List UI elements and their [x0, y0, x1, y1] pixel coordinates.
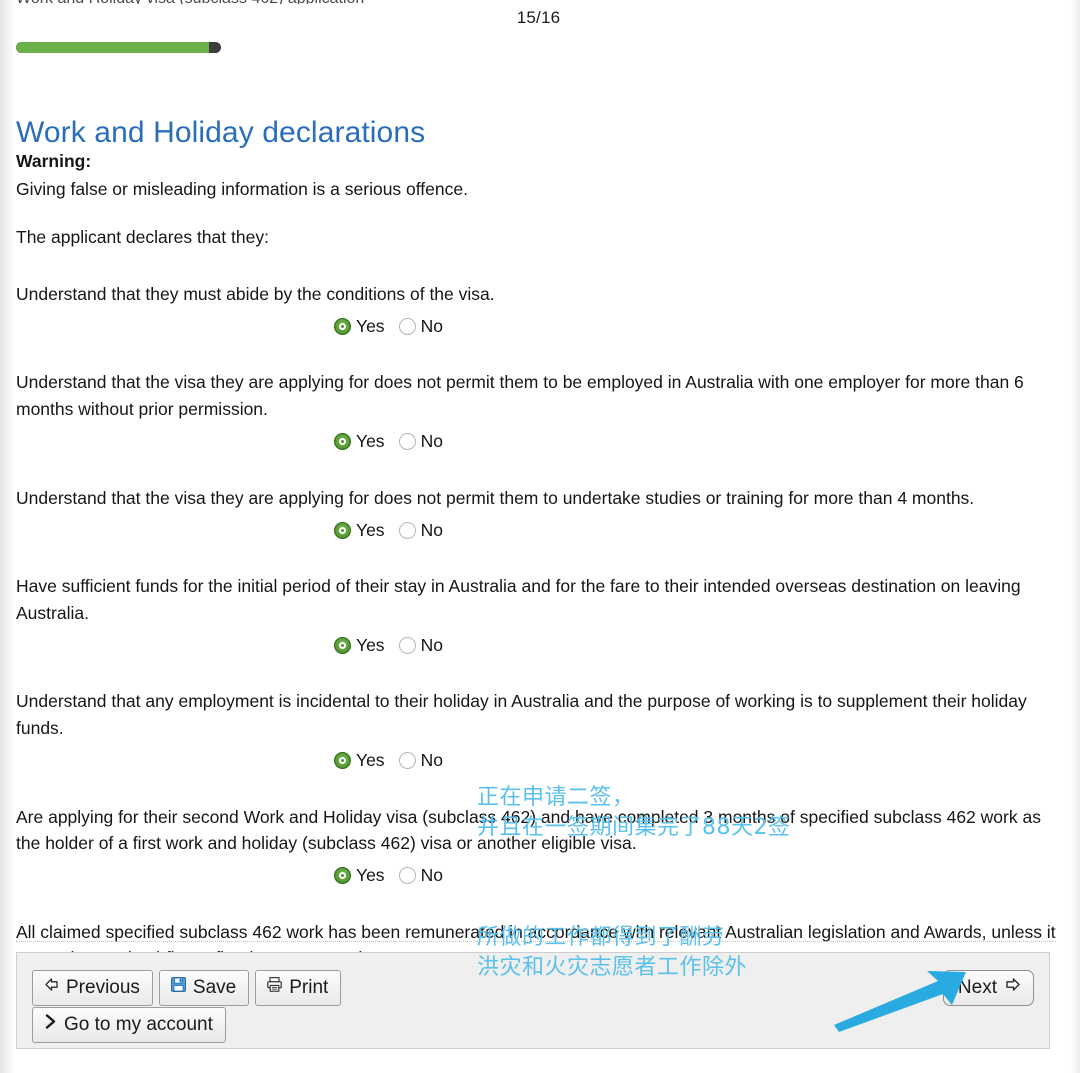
page-counter: 15/16 [516, 8, 561, 27]
print-button[interactable]: Print [255, 970, 342, 1006]
save-button[interactable]: Save [158, 970, 250, 1006]
radio-no-label[interactable]: No [421, 517, 443, 544]
radio-yes-label[interactable]: Yes [356, 313, 385, 340]
page-left-shadow [0, 0, 14, 1073]
progress-bar [16, 42, 221, 53]
radio-yes[interactable] [334, 752, 351, 770]
truncated-header-text: Work and Holiday visa (subclass 462) app… [16, 0, 716, 4]
declares-intro-text: The applicant declares that they: [16, 227, 269, 248]
radio-yes-label[interactable]: Yes [356, 517, 385, 544]
footer-button-row-next: Next [942, 970, 1034, 1006]
declaration-text: Have sufficient funds for the initial pe… [16, 576, 1021, 623]
declaration-radio-group: Yes No [16, 517, 1062, 543]
declaration-list: Understand that they must abide by the c… [16, 281, 1062, 1004]
declaration-radio-group: Yes No [16, 748, 1062, 774]
declaration-item: Have sufficient funds for the initial pe… [16, 573, 1062, 658]
radio-yes-label[interactable]: Yes [356, 632, 385, 659]
radio-no-label[interactable]: No [421, 428, 443, 455]
print-button-label: Print [289, 976, 329, 998]
page-right-shadow [1070, 0, 1080, 1073]
declaration-radio-group: Yes No [16, 863, 1062, 889]
progress-bar-fill [16, 42, 209, 53]
arrow-left-icon [43, 976, 60, 999]
next-button[interactable]: Next [942, 970, 1034, 1006]
declaration-text: Understand that the visa they are applyi… [16, 372, 1024, 419]
annotation-second-visa-line1: 正在申请二签， [477, 785, 635, 810]
radio-no-label[interactable]: No [421, 313, 443, 340]
declaration-text: Understand that they must abide by the c… [16, 283, 495, 304]
page-title: Work and Holiday declarations [16, 116, 426, 150]
declaration-text: Understand that the visa they are applyi… [16, 487, 975, 508]
annotation-remuneration-line2: 洪灾和火灾志愿者工作除外 [477, 955, 748, 981]
declaration-item: Understand that they must abide by the c… [16, 281, 1062, 340]
warning-text: Giving false or misleading information i… [16, 178, 468, 199]
next-button-label: Next [957, 976, 997, 998]
footer-button-row-primary: Previous Save Print [32, 970, 342, 1006]
declaration-text: Understand that any employment is incide… [16, 691, 1027, 738]
printer-icon [266, 976, 283, 999]
footer-button-row-secondary: Go to my account [32, 1007, 226, 1043]
radio-no-label[interactable]: No [421, 747, 443, 774]
declaration-item: Understand that the visa they are applyi… [16, 485, 1062, 544]
floppy-disk-icon [170, 976, 187, 999]
arrow-right-icon [1003, 976, 1022, 999]
radio-yes-label[interactable]: Yes [356, 428, 385, 455]
radio-yes[interactable] [334, 521, 351, 539]
annotation-second-visa: 正在申请二签， 并且在一签期间集完了88天2签 [477, 783, 791, 844]
annotation-remuneration: 所做的工作都得到了酬劳 洪灾和火灾志愿者工作除外 [477, 923, 747, 984]
declaration-item: Understand that any employment is incide… [16, 688, 1062, 773]
save-button-label: Save [192, 976, 237, 998]
radio-no[interactable] [398, 752, 416, 770]
radio-no[interactable] [398, 636, 416, 654]
radio-no[interactable] [398, 433, 416, 451]
annotation-second-visa-line2: 并且在一签期间集完了88天2签 [477, 815, 791, 841]
radio-yes-label[interactable]: Yes [356, 747, 385, 774]
radio-no-label[interactable]: No [421, 862, 443, 889]
radio-no[interactable] [398, 317, 416, 335]
annotation-remuneration-line1: 所做的工作都得到了酬劳 [477, 925, 725, 950]
radio-no-label[interactable]: No [421, 632, 443, 659]
radio-yes[interactable] [334, 867, 351, 885]
warning-label: Warning: [16, 151, 92, 171]
radio-yes[interactable] [334, 433, 351, 451]
radio-no[interactable] [398, 521, 416, 539]
page-root: Work and Holiday visa (subclass 462) app… [0, 0, 1080, 1073]
radio-yes-label[interactable]: Yes [356, 862, 385, 889]
declaration-radio-group: Yes No [16, 632, 1062, 658]
declarations-content: Warning: Giving false or misleading info… [16, 148, 1062, 1004]
declaration-item: Understand that the visa they are applyi… [16, 369, 1062, 454]
previous-button-label: Previous [66, 976, 140, 998]
radio-no[interactable] [398, 867, 416, 885]
radio-yes[interactable] [334, 317, 351, 335]
previous-button[interactable]: Previous [32, 970, 153, 1006]
radio-yes[interactable] [334, 636, 351, 654]
go-to-my-account-button[interactable]: Go to my account [32, 1007, 226, 1043]
chevron-right-icon [43, 1013, 58, 1036]
go-to-my-account-label: Go to my account [64, 1013, 213, 1035]
declaration-radio-group: Yes No [16, 429, 1062, 455]
declaration-radio-group: Yes No [16, 313, 1062, 339]
